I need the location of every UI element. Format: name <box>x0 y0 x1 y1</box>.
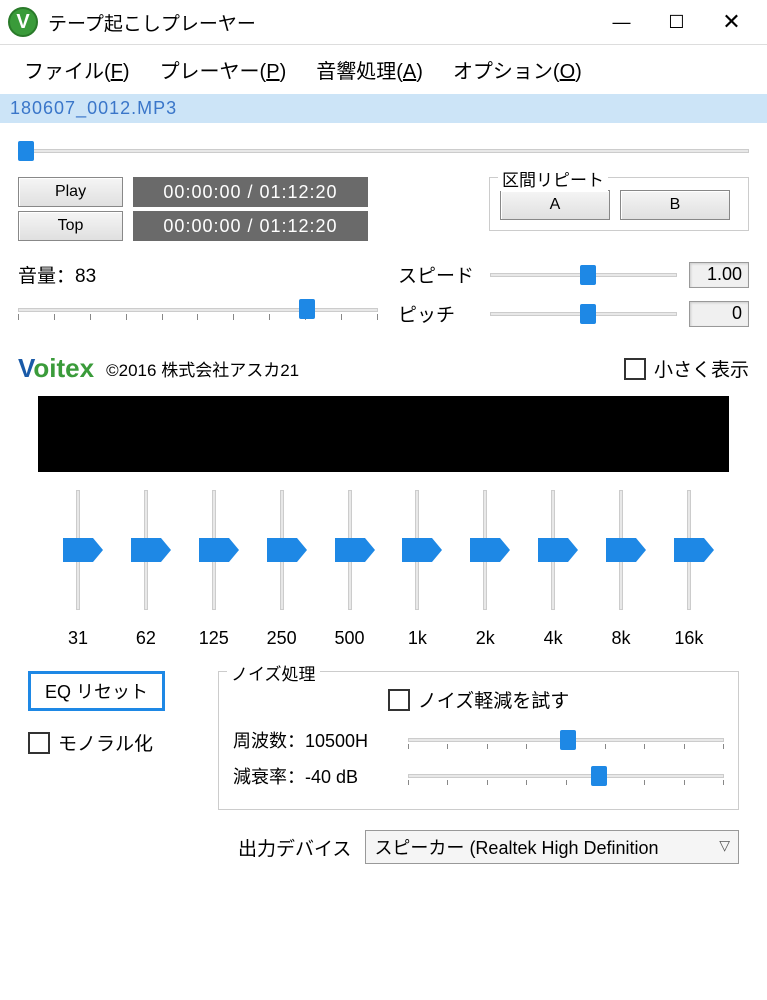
filename-bar: 180607_0012.MP3 <box>0 94 767 123</box>
top-button[interactable]: Top <box>18 211 123 241</box>
titlebar: V テープ起こしプレーヤー ― ☐ ✕ <box>0 0 767 45</box>
menubar: ファイル(F) プレーヤー(P) 音響処理(A) オプション(O) <box>0 45 767 94</box>
chevron-down-icon: ▽ <box>719 837 730 854</box>
menu-options[interactable]: オプション(O) <box>453 55 582 84</box>
eq-slider-62[interactable] <box>131 490 161 610</box>
eq-label-2k: 2k <box>476 628 495 649</box>
pitch-slider[interactable] <box>490 302 677 326</box>
repeat-b-button[interactable]: B <box>620 190 730 220</box>
mono-checkbox[interactable] <box>28 732 50 754</box>
pitch-value: 0 <box>689 301 749 327</box>
eq-label-125: 125 <box>199 628 229 649</box>
eq-label-4k: 4k <box>544 628 563 649</box>
noise-try-label: ノイズ軽減を試す <box>418 686 569 713</box>
noise-try-checkbox[interactable] <box>388 689 410 711</box>
eq-label-1k: 1k <box>408 628 427 649</box>
time-display-1: 00:00:00 / 01:12:20 <box>133 177 368 207</box>
noise-legend: ノイズ処理 <box>227 660 320 685</box>
menu-player[interactable]: プレーヤー(P) <box>160 55 287 84</box>
noise-atten-label: 減衰率：-40 dB <box>233 763 408 789</box>
eq-slider-125[interactable] <box>199 490 229 610</box>
close-button[interactable]: ✕ <box>704 2 759 42</box>
eq-slider-2k[interactable] <box>470 490 500 610</box>
pitch-label: ピッチ <box>398 300 478 327</box>
waveform-display <box>38 396 729 472</box>
eq-slider-8k[interactable] <box>606 490 636 610</box>
eq-sliders: 31 62 125 250 500 1k 2k 4k 8k 16k <box>18 490 749 649</box>
eq-label-16k: 16k <box>674 628 703 649</box>
eq-slider-1k[interactable] <box>402 490 432 610</box>
mono-label: モノラル化 <box>58 729 153 756</box>
volume-label: 音量：83 <box>18 261 378 288</box>
eq-slider-250[interactable] <box>267 490 297 610</box>
repeat-a-button[interactable]: A <box>500 190 610 220</box>
seek-slider[interactable] <box>18 141 749 161</box>
eq-slider-31[interactable] <box>63 490 93 610</box>
output-device-selected: スピーカー (Realtek High Definition <box>374 834 658 860</box>
eq-slider-16k[interactable] <box>674 490 704 610</box>
repeat-group: 区間リピート A B <box>489 177 749 231</box>
noise-group: ノイズ処理 ノイズ軽減を試す 周波数：10500H 減衰率：-40 dB <box>218 671 739 810</box>
compact-checkbox[interactable] <box>624 358 646 380</box>
noise-freq-slider[interactable] <box>408 728 724 752</box>
eq-label-62: 62 <box>136 628 156 649</box>
menu-audio[interactable]: 音響処理(A) <box>316 55 423 84</box>
repeat-legend: 区間リピート <box>498 166 608 191</box>
window-title: テープ起こしプレーヤー <box>48 9 594 36</box>
eq-label-8k: 8k <box>611 628 630 649</box>
maximize-button[interactable]: ☐ <box>649 2 704 42</box>
minimize-button[interactable]: ― <box>594 2 649 42</box>
brand-logo: Voitex <box>18 353 94 384</box>
eq-reset-button[interactable]: EQ リセット <box>28 671 165 711</box>
eq-label-500: 500 <box>334 628 364 649</box>
noise-freq-label: 周波数：10500H <box>233 727 408 753</box>
speed-slider[interactable] <box>490 263 677 287</box>
copyright-text: ©2016 株式会社アスカ21 <box>106 356 299 381</box>
menu-file[interactable]: ファイル(F) <box>24 55 130 84</box>
compact-label: 小さく表示 <box>654 355 749 382</box>
output-device-select[interactable]: スピーカー (Realtek High Definition ▽ <box>365 830 739 864</box>
volume-slider[interactable] <box>18 296 378 326</box>
play-button[interactable]: Play <box>18 177 123 207</box>
eq-label-250: 250 <box>267 628 297 649</box>
noise-atten-slider[interactable] <box>408 764 724 788</box>
app-icon: V <box>8 7 38 37</box>
eq-slider-4k[interactable] <box>538 490 568 610</box>
speed-label: スピード <box>398 261 478 288</box>
eq-slider-500[interactable] <box>335 490 365 610</box>
output-device-label: 出力デバイス <box>238 834 351 861</box>
speed-value: 1.00 <box>689 262 749 288</box>
eq-label-31: 31 <box>68 628 88 649</box>
time-display-2: 00:00:00 / 01:12:20 <box>133 211 368 241</box>
